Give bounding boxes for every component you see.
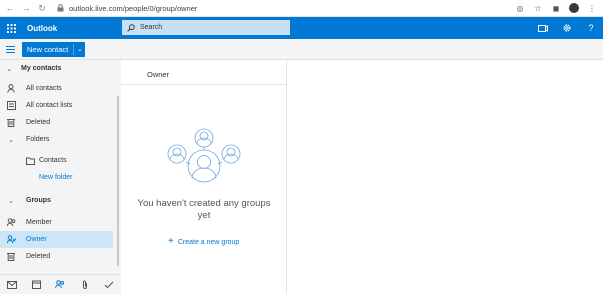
chevron-down-icon: ⌄ xyxy=(6,65,12,73)
lock-icon xyxy=(54,2,66,14)
folder-icon xyxy=(25,156,35,166)
todo-check-icon[interactable] xyxy=(103,279,115,291)
mail-icon[interactable] xyxy=(6,279,18,291)
plus-icon: + xyxy=(168,236,174,247)
profile-avatar[interactable] xyxy=(569,3,579,13)
create-group-label: Create a new group xyxy=(177,238,240,246)
meeting-now-icon[interactable] xyxy=(537,22,549,34)
sidebar-item-member[interactable]: Member xyxy=(6,214,52,231)
app-title[interactable]: Outlook xyxy=(27,24,57,33)
app-launcher-icon[interactable] xyxy=(0,17,22,39)
sidebar-item-label: Deleted xyxy=(26,119,51,126)
browser-toolbar: ← → ↻ outlook.live.com/people/0/group/ow… xyxy=(0,0,603,17)
person-icon xyxy=(6,84,16,94)
create-group-link[interactable]: + Create a new group xyxy=(168,237,239,247)
sidebar-section-label: My contacts xyxy=(21,65,62,72)
reading-pane xyxy=(288,60,603,294)
empty-state-message: You haven't created any groups yet xyxy=(137,198,271,221)
reload-icon[interactable]: ↻ xyxy=(36,2,48,14)
url-text[interactable]: outlook.live.com/people/0/group/owner xyxy=(69,4,197,13)
sidebar-item-all-contacts[interactable]: All contacts xyxy=(6,80,62,97)
group-member-icon xyxy=(6,218,16,228)
groups-list-pane: Owner You haven't created any groups yet… xyxy=(121,60,287,294)
search-input[interactable]: Search xyxy=(122,20,290,35)
kebab-menu-icon[interactable]: ⋮ xyxy=(587,3,597,13)
sidebar-item-groups-deleted[interactable]: Deleted xyxy=(6,248,50,265)
sidebar-item-label: Member xyxy=(26,219,52,226)
sidebar-section-label: Groups xyxy=(26,197,51,204)
contacts-sidebar: ⌄ My contacts All contacts All contact l… xyxy=(0,60,121,274)
chevron-down-icon: ⌄ xyxy=(8,136,14,144)
hamburger-menu-icon[interactable] xyxy=(0,39,20,60)
people-group-illustration-icon xyxy=(161,126,247,193)
command-bar: New contact ⌄ xyxy=(0,39,603,60)
chevron-down-icon: ⌄ xyxy=(8,197,14,205)
people-icon[interactable] xyxy=(54,279,66,291)
sidebar-item-owner[interactable]: Owner xyxy=(0,231,113,248)
sidebar-section-my-contacts[interactable]: ⌄ My contacts xyxy=(4,60,61,77)
search-placeholder: Search xyxy=(140,24,163,31)
sidebar-item-deleted[interactable]: Deleted xyxy=(6,114,50,131)
settings-gear-icon[interactable] xyxy=(561,22,573,34)
help-icon[interactable]: ? xyxy=(585,22,597,34)
sidebar-section-groups[interactable]: ⌄ Groups xyxy=(6,192,51,209)
group-owner-icon xyxy=(6,235,16,245)
new-folder-link[interactable]: New folder xyxy=(39,169,72,186)
sidebar-section-label: Folders xyxy=(26,136,50,143)
sidebar-item-label: Owner xyxy=(26,236,47,243)
chevron-down-icon[interactable]: ⌄ xyxy=(74,45,85,53)
sidebar-item-label: All contact lists xyxy=(26,102,73,109)
new-contact-button[interactable]: New contact ⌄ xyxy=(22,41,86,57)
module-switcher xyxy=(0,274,121,294)
sidebar-item-contacts-folder[interactable]: Contacts xyxy=(25,152,67,169)
address-bar[interactable]: outlook.live.com/people/0/group/owner xyxy=(54,2,197,15)
sidebar-scrollbar[interactable] xyxy=(117,96,119,266)
sidebar-section-folders[interactable]: ⌄ Folders xyxy=(6,131,49,148)
contact-list-icon xyxy=(6,101,16,111)
divider xyxy=(121,84,287,85)
search-icon xyxy=(126,23,136,33)
sidebar-item-all-contact-lists[interactable]: All contact lists xyxy=(6,97,72,114)
star-icon[interactable]: ☆ xyxy=(533,3,543,13)
sidebar-item-label: Contacts xyxy=(39,157,67,164)
sidebar-item-label: Deleted xyxy=(26,253,51,260)
location-icon[interactable]: ◎ xyxy=(515,3,525,13)
list-header: Owner xyxy=(147,70,170,79)
attachment-icon[interactable] xyxy=(79,279,91,291)
trash-icon xyxy=(6,252,16,262)
new-contact-label: New contact xyxy=(27,44,69,54)
forward-icon[interactable]: → xyxy=(20,2,32,14)
calendar-icon[interactable] xyxy=(30,279,42,291)
sidebar-item-label: All contacts xyxy=(26,85,62,92)
trash-icon xyxy=(6,118,16,128)
extension-icon[interactable]: ◼ xyxy=(551,3,561,13)
app-header: Outlook Search ? xyxy=(0,17,603,39)
back-icon[interactable]: ← xyxy=(4,2,16,14)
